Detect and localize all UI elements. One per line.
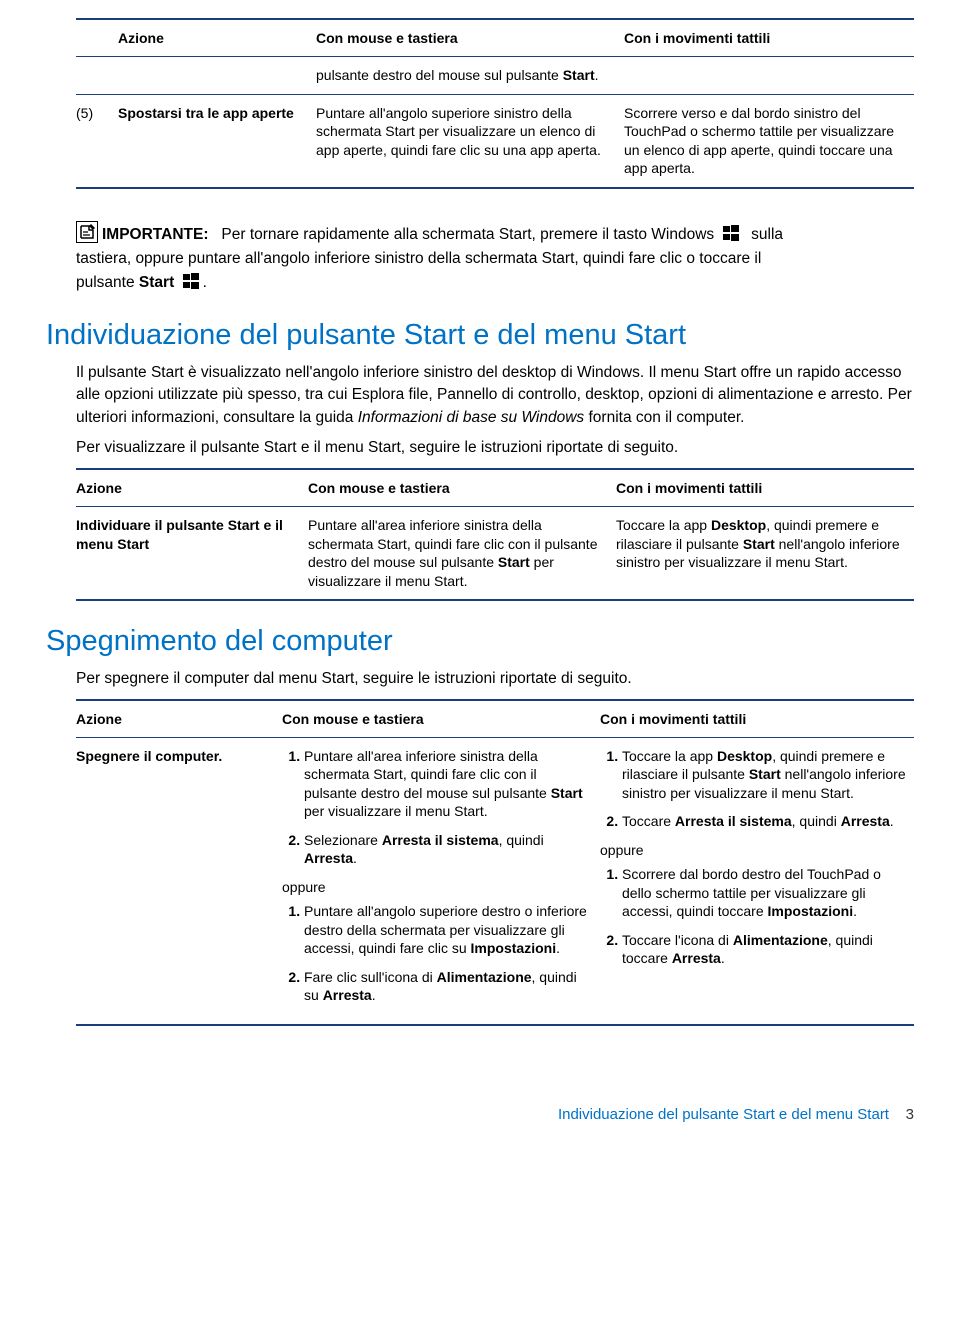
important-note: IMPORTANTE: Per tornare rapidamente alla… [76, 221, 914, 295]
section-heading-start: Individuazione del pulsante Start e del … [46, 319, 914, 352]
th-mouse: Con mouse e tastiera [316, 19, 624, 57]
cell-mouse: Puntare all'area inferiore sinistra dell… [282, 738, 600, 1025]
important-text-3a: pulsante [76, 274, 139, 291]
important-text-1b: sulla [751, 226, 783, 243]
th-touch: Con i movimenti tattili [616, 469, 914, 507]
cell-mouse-prev: pulsante destro del mouse sul pulsante S… [316, 57, 624, 94]
list-item: Selezionare Arresta il sistema, quindi A… [304, 831, 592, 868]
th-azione: Azione [76, 469, 308, 507]
page-number: 3 [906, 1106, 914, 1123]
cell-azione: Individuare il pulsante Start e il menu … [76, 507, 308, 600]
cell-mouse: Puntare all'angolo superiore sinistro de… [316, 94, 624, 187]
th-touch: Con i movimenti tattili [600, 700, 914, 738]
section-start-body: Il pulsante Start è visualizzato nell'an… [76, 362, 914, 601]
important-text-3b: Start [139, 274, 174, 291]
cell-mouse: Puntare all'area inferiore sinistra dell… [308, 507, 616, 600]
table-row: pulsante destro del mouse sul pulsante S… [76, 57, 914, 94]
list-item: Toccare l'icona di Alimentazione, quindi… [622, 931, 906, 968]
list-item: Puntare all'angolo superiore destro o in… [304, 902, 592, 957]
document-page: Azione Con mouse e tastiera Con i movime… [0, 0, 960, 1141]
table-actions-1: Azione Con mouse e tastiera Con i movime… [76, 18, 914, 189]
oppure-label: oppure [282, 878, 592, 896]
table-header-row: Azione Con mouse e tastiera Con i movime… [76, 19, 914, 57]
cell-touch: Toccare la app Desktop, quindi premere e… [616, 507, 914, 600]
section-start-p2: Per visualizzare il pulsante Start e il … [76, 437, 914, 459]
table-actions-3: Azione Con mouse e tastiera Con i movime… [76, 699, 914, 1026]
th-azione: Azione [76, 700, 282, 738]
list-item: Scorrere dal bordo destro del TouchPad o… [622, 865, 906, 920]
table-row: (5) Spostarsi tra le app aperte Puntare … [76, 94, 914, 187]
table1-wrap: Azione Con mouse e tastiera Con i movime… [76, 18, 914, 189]
list-item: Fare clic sull'icona di Alimentazione, q… [304, 968, 592, 1005]
note-icon [76, 221, 98, 243]
table-row: Individuare il pulsante Start e il menu … [76, 507, 914, 600]
cell-touch: Scorrere verso e dal bordo sinistro del … [624, 94, 914, 187]
footer-title: Individuazione del pulsante Start e del … [558, 1106, 889, 1123]
section-off-body: Per spegnere il computer dal menu Start,… [76, 668, 914, 1026]
list-item: Puntare all'area inferiore sinistra dell… [304, 747, 592, 821]
start-icon [183, 273, 199, 289]
table-header-row: Azione Con mouse e tastiera Con i movime… [76, 469, 914, 507]
th-mouse: Con mouse e tastiera [308, 469, 616, 507]
section-heading-off: Spegnimento del computer [46, 625, 914, 658]
important-text-2: tastiera, oppure puntare all'angolo infe… [76, 250, 761, 267]
cell-azione: Spostarsi tra le app aperte [118, 94, 316, 187]
oppure-label: oppure [600, 841, 906, 859]
table-header-row: Azione Con mouse e tastiera Con i movime… [76, 700, 914, 738]
important-text-3c: . [203, 274, 207, 291]
table-row: Spegnere il computer. Puntare all'area i… [76, 738, 914, 1025]
th-touch: Con i movimenti tattili [624, 19, 914, 57]
list-item: Toccare la app Desktop, quindi premere e… [622, 747, 906, 802]
cell-number: (5) [76, 94, 118, 187]
section-off-p1: Per spegnere il computer dal menu Start,… [76, 668, 914, 690]
th-azione: Azione [118, 19, 316, 57]
list-item: Toccare Arresta il sistema, quindi Arres… [622, 812, 906, 830]
page-footer: Individuazione del pulsante Start e del … [46, 1106, 914, 1123]
windows-key-icon [723, 225, 739, 241]
important-label: IMPORTANTE: [102, 226, 208, 243]
cell-azione: Spegnere il computer. [76, 738, 282, 1025]
th-mouse: Con mouse e tastiera [282, 700, 600, 738]
cell-touch: Toccare la app Desktop, quindi premere e… [600, 738, 914, 1025]
section-start-p1: Il pulsante Start è visualizzato nell'an… [76, 362, 914, 429]
important-text-1a: Per tornare rapidamente alla schermata S… [221, 226, 714, 243]
table-actions-2: Azione Con mouse e tastiera Con i movime… [76, 468, 914, 601]
